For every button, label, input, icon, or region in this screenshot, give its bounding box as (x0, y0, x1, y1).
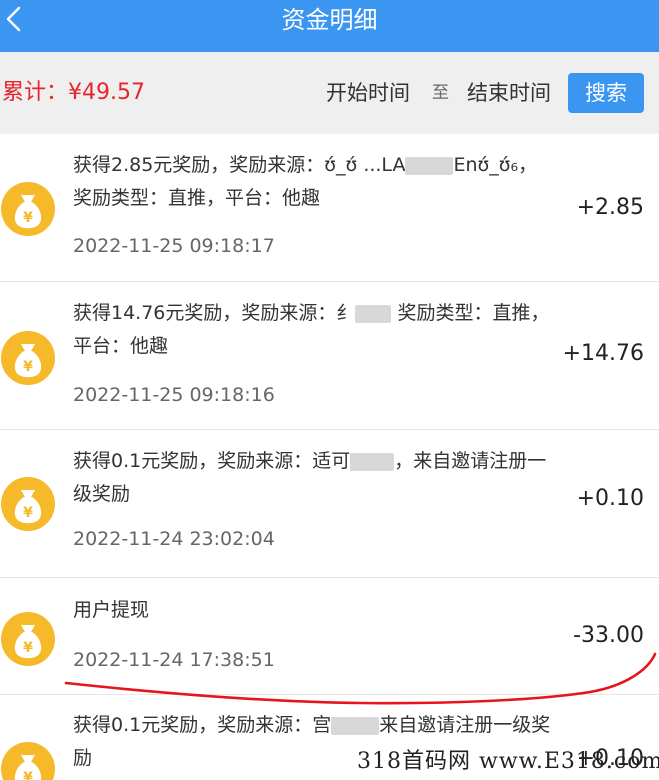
watermark: 318首码网 www.E318.com (357, 749, 659, 774)
svg-text:¥: ¥ (23, 210, 33, 226)
end-time-picker[interactable]: 结束时间 (467, 80, 551, 106)
record-amount: +0.10 (576, 486, 644, 511)
money-bag-icon: ¥ (1, 182, 55, 236)
blurred-text (405, 156, 454, 175)
svg-text:¥: ¥ (23, 770, 33, 780)
list-item[interactable]: ¥ 获得2.85元奖励，奖励来源：ʊ́_ʊ́ ...LA Enʊ́_ʊ́₆， 奖励… (0, 134, 659, 282)
to-label: 至 (432, 83, 449, 103)
list-item[interactable]: ¥ 获得14.76元奖励，奖励来源：纟 奖励类型：直推，平台：他趣 2022-1… (0, 282, 659, 430)
record-amount: +2.85 (576, 195, 644, 220)
blurred-text (355, 304, 392, 323)
total-value: ¥49.57 (68, 80, 145, 105)
record-description: 用户提现 (73, 599, 150, 621)
record-description: 获得2.85元奖励，奖励来源：ʊ́_ʊ́ ...LA Enʊ́_ʊ́₆， 奖励类型… (73, 154, 538, 209)
record-amount: +14.76 (562, 341, 644, 366)
records-list: ¥ 获得2.85元奖励，奖励来源：ʊ́_ʊ́ ...LA Enʊ́_ʊ́₆， 奖励… (0, 134, 659, 780)
money-bag-icon: ¥ (1, 612, 55, 666)
record-description: 获得0.1元奖励，奖励来源：适可 ，来自邀请注册一级奖励 (73, 450, 547, 505)
record-time: 2022-11-24 17:38:51 (73, 649, 275, 671)
record-time: 2022-11-25 09:18:16 (73, 384, 275, 406)
page-title: 资金明细 (281, 6, 378, 34)
record-time: 2022-11-25 09:18:17 (73, 235, 275, 257)
title-bar: 资金明细 (0, 0, 659, 52)
search-button[interactable]: 搜索 (568, 73, 644, 113)
svg-text:¥: ¥ (23, 505, 33, 521)
total-label: 累计： (2, 80, 69, 105)
filter-bar: 累计：¥49.57 开始时间 至 结束时间 搜索 (0, 52, 659, 134)
record-amount: -33.00 (573, 623, 644, 648)
svg-text:¥: ¥ (23, 359, 33, 375)
record-time: 2022-11-24 23:02:04 (73, 528, 275, 550)
money-bag-icon: ¥ (1, 477, 55, 531)
svg-text:¥: ¥ (23, 640, 33, 656)
money-bag-icon: ¥ (1, 331, 55, 385)
total-summary: 累计：¥49.57 (2, 80, 145, 106)
money-bag-icon: ¥ (1, 742, 55, 780)
blurred-text (350, 452, 395, 471)
blurred-text (331, 716, 380, 735)
start-time-picker[interactable]: 开始时间 (326, 80, 410, 106)
list-item[interactable]: ¥ 用户提现 2022-11-24 17:38:51 -33.00 (0, 578, 659, 695)
list-item[interactable]: ¥ 获得0.1元奖励，奖励来源：适可 ，来自邀请注册一级奖励 2022-11-24… (0, 430, 659, 578)
record-description: 获得14.76元奖励，奖励来源：纟 奖励类型：直推，平台：他趣 (73, 302, 550, 357)
